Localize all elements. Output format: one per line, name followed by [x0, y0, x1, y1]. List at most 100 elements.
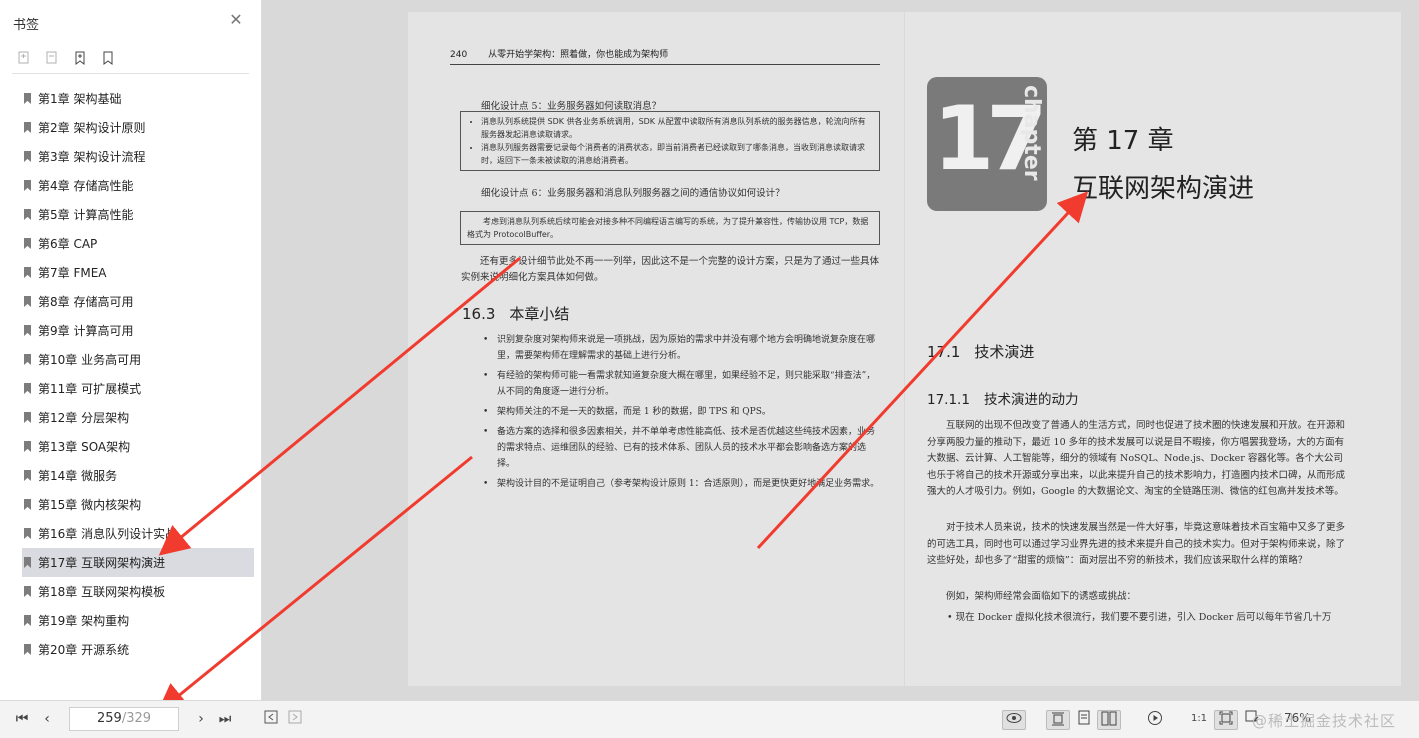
bookmark-label: 第12章 分层架构	[38, 411, 130, 425]
bookmark-item[interactable]: 第9章 计算高可用	[22, 316, 254, 345]
bullet-text: 现在 Docker 虚拟化技术很流行，我们要不要引进，引入 Docker 后可以…	[955, 612, 1332, 623]
bookmark-item[interactable]: 第10章 业务高可用	[22, 345, 254, 374]
page-right: 17 chapter 第 17 章 互联网架构演进 17.1 技术演进 17.1.…	[905, 12, 1401, 686]
section-heading: 16.3 本章小结	[462, 303, 569, 324]
subsection-title: 技术演进的动力	[983, 392, 1079, 408]
prev-page-icon[interactable]: ‹	[38, 710, 56, 728]
bookmark-icon	[24, 412, 31, 423]
two-page-icon[interactable]	[1097, 710, 1121, 730]
page-left: 240 从零开始学架构：照着做，你也能成为架构师 细化设计点 5：业务服务器如何…	[408, 12, 904, 686]
bookmark-label: 第7章 FMEA	[38, 266, 107, 280]
bookmark-item[interactable]: 第15章 微内核架构	[22, 490, 254, 519]
collapse-all-icon[interactable]	[44, 50, 60, 66]
bookmark-item[interactable]: 第17章 互联网架构演进	[22, 548, 254, 577]
bookmark-item[interactable]: 第2章 架构设计原则	[22, 113, 254, 142]
bookmark-sidebar: 书签 ✕ 第1章 架构基础第2章 架构设计原则第3章 架构设计流程 第4章 存储高…	[0, 0, 262, 700]
play-icon[interactable]	[1146, 710, 1164, 728]
subsection-heading: 17.1.1 技术演进的动力	[927, 388, 1078, 408]
bookmark-icon	[24, 296, 31, 307]
bookmark-label: 第10章 业务高可用	[38, 353, 142, 367]
bookmark-item[interactable]: 第7章 FMEA	[22, 258, 254, 287]
bookmark-icon	[24, 615, 31, 626]
section-heading: 17.1 技术演进	[927, 341, 1034, 362]
chapter-label: 第 17 章	[1072, 126, 1174, 156]
bookmark-icon[interactable]	[100, 50, 116, 66]
section-number: 16.3	[462, 305, 496, 323]
last-page-icon[interactable]: ⏭	[216, 710, 234, 728]
bookmark-item[interactable]: 第5章 计算高性能	[22, 200, 254, 229]
page-number-input[interactable]: 259/329	[69, 707, 179, 731]
bookmark-icon	[24, 267, 31, 278]
bookmark-label: 第9章 计算高可用	[38, 324, 134, 338]
close-icon[interactable]: ✕	[228, 12, 244, 28]
single-page-icon[interactable]	[1075, 710, 1093, 728]
document-viewer[interactable]: 240 从零开始学架构：照着做，你也能成为架构师 细化设计点 5：业务服务器如何…	[262, 0, 1419, 700]
bookmark-label: 第5章 计算高性能	[38, 208, 134, 222]
bookmark-label: 第16章 消息队列设计实战	[38, 527, 178, 541]
bookmark-item[interactable]: 第3章 架构设计流程	[22, 142, 254, 171]
bookmark-icon	[24, 441, 31, 452]
fit-page-icon[interactable]	[1214, 710, 1238, 730]
chapter-logo: 17 chapter	[927, 77, 1047, 211]
bookmark-label: 第11章 可扩展模式	[38, 382, 142, 396]
next-page-icon[interactable]: ›	[192, 710, 210, 728]
note-item: 消息队列系统提供 SDK 供各业务系统调用，SDK 从配置中读取所有消息队列系统…	[481, 115, 873, 141]
actual-size-icon[interactable]: 1:1	[1190, 710, 1208, 728]
bookmark-icon	[24, 209, 31, 220]
bullet-paragraph: • 现在 Docker 虚拟化技术很流行，我们要不要引进，引入 Docker 后…	[947, 612, 1332, 623]
summary-item: 识别复杂度对架构师来说是一项挑战，因为原始的需求中并没有哪个地方会明确地说复杂度…	[483, 332, 880, 364]
watermark: @稀土掘金技术社区	[1252, 712, 1397, 730]
paragraph: 对于技术人员来说，技术的快速发展当然是一件大好事，毕竟这意味着技术百宝箱中又多了…	[927, 522, 1346, 566]
design-point-6: 细化设计点 6：业务服务器和消息队列服务器之间的通信协议如何设计？	[481, 188, 785, 199]
first-page-icon[interactable]: ⏮	[13, 710, 31, 728]
bookmark-label: 第18章 互联网架构模板	[38, 585, 166, 599]
bookmark-item[interactable]: 第8章 存储高可用	[22, 287, 254, 316]
chapter-logo-word: chapter	[1019, 85, 1044, 181]
current-page: 259	[96, 711, 122, 726]
note-box-2: 考虑到消息队列系统后续可能会对接多种不同编程语言编写的系统，为了提升兼容性，传输…	[460, 211, 880, 245]
bookmark-item[interactable]: 第11章 可扩展模式	[22, 374, 254, 403]
bookmark-list: 第1章 架构基础第2章 架构设计原则第3章 架构设计流程 第4章 存储高性能 第5章…	[22, 84, 254, 664]
summary-item: 备选方案的选择和很多因素相关，并不单单考虑性能高低、技术是否优越这些纯技术因素，…	[483, 424, 880, 472]
expand-all-icon[interactable]	[16, 50, 32, 66]
bookmark-item[interactable]: 第18章 互联网架构模板	[22, 577, 254, 606]
bookmark-item[interactable]: 第12章 分层架构	[22, 403, 254, 432]
book-title: 从零开始学架构：照着做，你也能成为架构师	[488, 50, 669, 60]
summary-item: 架构师关注的不是一天的数据，而是 1 秒的数据，即 TPS 和 QPS。	[483, 404, 880, 420]
eye-protection-icon[interactable]	[1002, 710, 1026, 730]
bookmark-item[interactable]: 第6章 CAP	[22, 229, 254, 258]
bookmark-item[interactable]: 第20章 开源系统	[22, 635, 254, 664]
section-title: 本章小结	[509, 305, 570, 323]
forward-icon[interactable]	[286, 710, 304, 728]
summary-item: 有经验的架构师可能一看需求就知道复杂度大概在哪里，如果经验不足，则只能采取“排查…	[483, 368, 880, 400]
bookmark-icon	[24, 383, 31, 394]
divider	[12, 73, 249, 74]
bookmark-icon	[24, 122, 31, 133]
subsection-number: 17.1.1	[927, 392, 970, 408]
bookmark-item[interactable]: 第13章 SOA架构	[22, 432, 254, 461]
bookmark-item[interactable]: 第1章 架构基础	[22, 84, 254, 113]
sidebar-title: 书签	[13, 18, 40, 33]
back-icon[interactable]	[262, 710, 280, 728]
bookmark-label: 第17章 互联网架构演进	[38, 556, 166, 570]
bookmark-label: 第8章 存储高可用	[38, 295, 134, 309]
bookmark-label: 第6章 CAP	[38, 237, 98, 251]
bookmark-item[interactable]: 第14章 微服务	[22, 461, 254, 490]
bookmark-item[interactable]: 第4章 存储高性能	[22, 171, 254, 200]
bookmark-label: 第3章 架构设计流程	[38, 150, 146, 164]
bookmark-item[interactable]: 第19章 架构重构	[22, 606, 254, 635]
section-title: 技术演进	[974, 343, 1035, 361]
page-number: 240	[450, 50, 468, 60]
bookmark-item[interactable]: 第16章 消息队列设计实战	[22, 519, 254, 548]
bookmark-label: 第4章 存储高性能	[38, 179, 134, 193]
bookmark-label: 第14章 微服务	[38, 469, 118, 483]
bookmark-icon	[24, 93, 31, 104]
running-head: 240 从零开始学架构：照着做，你也能成为架构师	[450, 47, 880, 65]
bookmark-label: 第20章 开源系统	[38, 643, 130, 657]
summary-item: 架构设计目的不是证明自己（参考架构设计原则 1：合适原则），而是更快更好地满足业…	[483, 476, 880, 492]
bookmark-label: 第13章 SOA架构	[38, 440, 131, 454]
closing-paragraph: 还有更多设计细节此处不再一一列举，因此这不是一个完整的设计方案，只是为了通过一些…	[461, 256, 880, 283]
bookmark-label: 第1章 架构基础	[38, 92, 122, 106]
continuous-scroll-icon[interactable]	[1046, 710, 1070, 730]
add-bookmark-icon[interactable]	[72, 50, 88, 66]
